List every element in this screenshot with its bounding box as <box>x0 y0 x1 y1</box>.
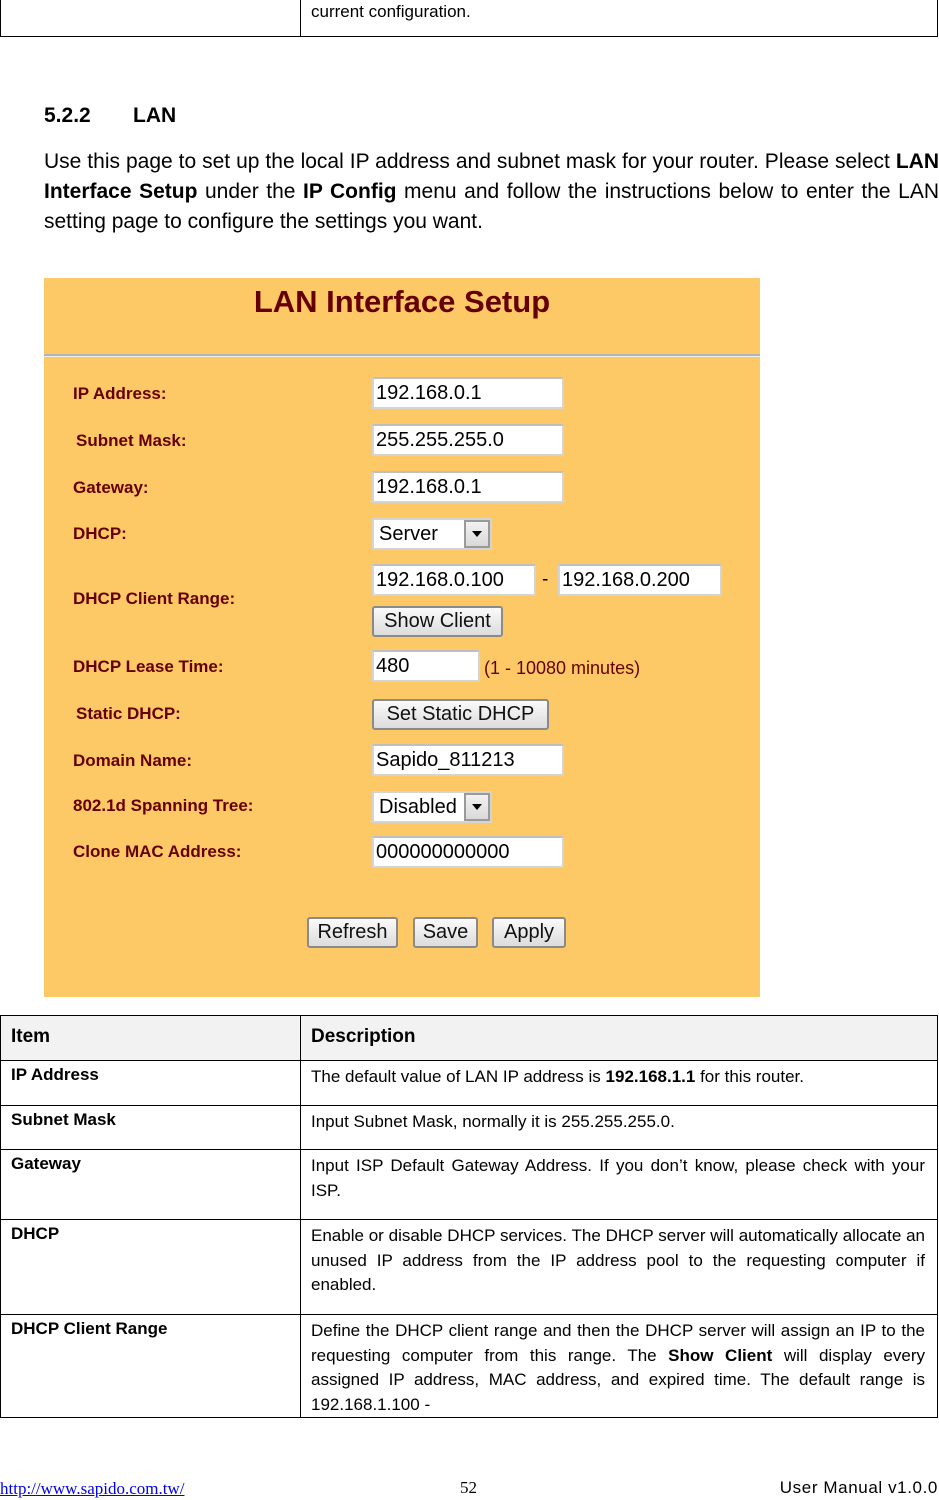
gateway-label: Gateway: <box>73 478 149 497</box>
dhcp-lease-time-input[interactable]: 480 <box>372 650 480 682</box>
static-dhcp-label: Static DHCP: <box>76 704 181 723</box>
show-client-button[interactable]: Show Client <box>372 606 503 637</box>
section-title: LAN <box>133 104 177 127</box>
item-cell: DHCP Client Range <box>0 1314 301 1418</box>
chevron-down-icon[interactable] <box>464 793 490 821</box>
refresh-button[interactable]: Refresh <box>307 917 398 948</box>
manual-version: User Manual v1.0.0 <box>779 1478 938 1497</box>
table-row: IP Address The default value of LAN IP a… <box>0 1060 938 1106</box>
column-header-description: Description <box>300 1015 938 1061</box>
intro-paragraph: Use this page to set up the local IP add… <box>44 147 939 237</box>
description-cell: The default value of LAN IP address is 1… <box>300 1060 938 1106</box>
table-header-row: Item Description <box>0 1015 938 1061</box>
intro-text: under the <box>197 180 303 203</box>
description-text: for this router. <box>695 1067 805 1086</box>
apply-button[interactable]: Apply <box>492 917 566 948</box>
description-emphasis: 192.168.1.1 <box>605 1067 696 1086</box>
intro-emphasis-ip-config: IP Config <box>303 180 397 203</box>
description-cell: Define the DHCP client range and then th… <box>300 1314 938 1418</box>
panel-title: LAN Interface Setup <box>253 284 551 319</box>
item-cell: Subnet Mask <box>0 1105 301 1150</box>
table-row: DHCP Client Range Define the DHCP client… <box>0 1314 938 1418</box>
dhcp-label: DHCP: <box>73 524 127 543</box>
dhcp-lease-time-label: DHCP Lease Time: <box>73 657 224 676</box>
description-cell: Input Subnet Mask, normally it is 255.25… <box>300 1105 938 1150</box>
dhcp-range-start-input[interactable]: 192.168.0.100 <box>372 564 536 596</box>
gateway-input[interactable]: 192.168.0.1 <box>372 471 564 503</box>
description-emphasis: Show Client <box>668 1345 773 1365</box>
description-text: The default value of LAN IP address is <box>311 1067 606 1086</box>
dhcp-select[interactable]: Server <box>372 518 492 550</box>
description-cell: Input ISP Default Gateway Address. If yo… <box>300 1149 938 1220</box>
dhcp-range-end-input[interactable]: 192.168.0.200 <box>558 564 722 596</box>
save-button[interactable]: Save <box>413 917 478 948</box>
domain-name-label: Domain Name: <box>73 751 193 770</box>
continued-table-row: current configuration. <box>0 0 938 37</box>
dhcp-client-range-label: DHCP Client Range: <box>73 589 236 608</box>
subnet-mask-input[interactable]: 255.255.255.0 <box>372 424 564 456</box>
lease-time-hint: (1 - 10080 minutes) <box>484 658 641 678</box>
column-header-item: Item <box>0 1015 301 1061</box>
ip-address-label: IP Address: <box>73 384 167 403</box>
section-number: 5.2.2 <box>44 104 91 127</box>
page-number: 52 <box>460 1478 477 1497</box>
spanning-tree-selected-value: Disabled <box>379 796 457 818</box>
footer-website-link[interactable]: http://www.sapido.com.tw/ <box>0 1479 184 1499</box>
ip-address-input[interactable]: 192.168.0.1 <box>372 377 564 409</box>
lan-interface-setup-screenshot: LAN Interface Setup IP Address: 192.168.… <box>44 278 760 997</box>
table-row: DHCP Enable or disable DHCP services. Th… <box>0 1219 938 1315</box>
description-cell: Enable or disable DHCP services. The DHC… <box>300 1219 938 1315</box>
domain-name-input[interactable]: Sapido_811213 <box>372 744 564 776</box>
clone-mac-label: Clone MAC Address: <box>73 842 242 861</box>
description-table: Item Description IP Address The default … <box>0 1015 938 1418</box>
clone-mac-input[interactable]: 000000000000 <box>372 836 564 868</box>
spanning-tree-select[interactable]: Disabled <box>372 791 492 823</box>
range-separator: - <box>542 569 549 590</box>
set-static-dhcp-button[interactable]: Set Static DHCP <box>372 699 549 730</box>
table-row: Subnet Mask Input Subnet Mask, normally … <box>0 1105 938 1150</box>
dhcp-selected-value: Server <box>379 523 438 545</box>
spanning-tree-label: 802.1d Spanning Tree: <box>73 796 254 815</box>
chevron-down-icon[interactable] <box>464 520 490 548</box>
description-cell: current configuration. <box>311 2 471 21</box>
subnet-mask-label: Subnet Mask: <box>76 431 187 450</box>
item-cell: Gateway <box>0 1149 301 1220</box>
item-cell: DHCP <box>0 1219 301 1315</box>
table-row: Gateway Input ISP Default Gateway Addres… <box>0 1149 938 1220</box>
section-heading: 5.2.2 LAN <box>44 104 176 128</box>
item-cell: IP Address <box>0 1060 301 1106</box>
intro-text: Use this page to set up the local IP add… <box>44 150 896 173</box>
divider <box>44 354 760 357</box>
item-cell <box>1 0 301 36</box>
